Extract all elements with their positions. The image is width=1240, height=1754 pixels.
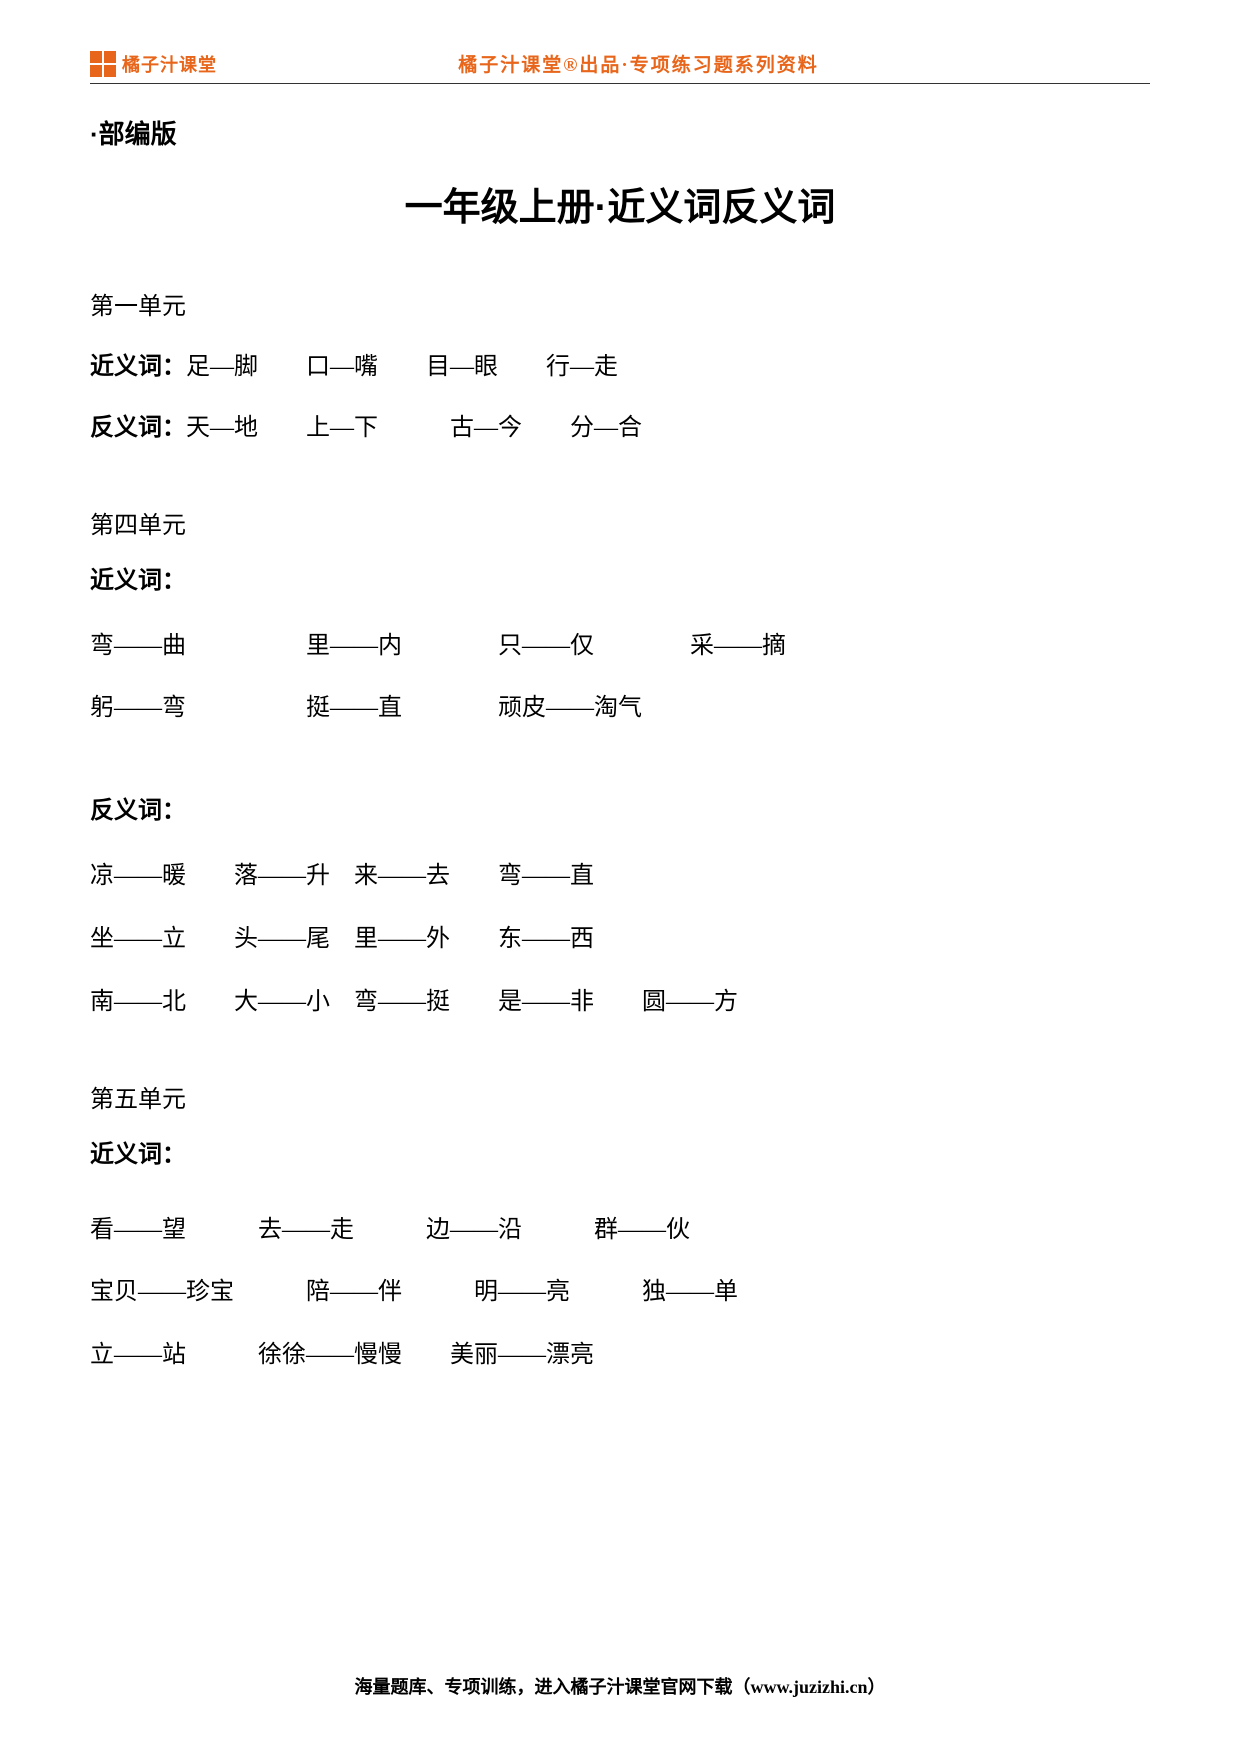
header-center-text: 橘子汁课堂®出品·专项练习题系列资料	[127, 50, 1150, 77]
unit5-synonym-line3: 立——站 徐徐——慢慢 美丽——漂亮	[90, 1329, 1150, 1382]
unit4-synonym-line2: 躬——弯 挺——直 顽皮——淘气	[90, 682, 1150, 735]
unit5-section: 第五单元 近义词： 看——望 去——走 边——沿 群——伙 宝贝——珍宝 陪——…	[90, 1079, 1150, 1382]
unit5-synonym-line2: 宝贝——珍宝 陪——伴 明——亮 独——单	[90, 1266, 1150, 1319]
unit4-synonym-line1: 弯——曲 里——内 只——仅 采——摘	[90, 620, 1150, 673]
unit1-synonym-label: 近义词：	[90, 353, 186, 380]
main-title: 一年级上册·近义词反义词	[90, 176, 1150, 231]
unit1-synonym-content: 足—脚 口—嘴 目—眼 行—走	[186, 354, 618, 380]
logo-icon	[90, 51, 116, 77]
unit1-title: 第一单元	[90, 286, 1150, 321]
unit4-section: 第四单元 近义词： 弯——曲 里——内 只——仅 采——摘 躬——弯 挺——直 …	[90, 505, 1150, 1029]
edition-label: ·部编版	[90, 114, 1150, 151]
unit4-antonym-line3: 南——北 大——小 弯——挺 是——非 圆——方	[90, 976, 1150, 1029]
unit5-title: 第五单元	[90, 1079, 1150, 1114]
unit1-antonym-label: 反义词：	[90, 414, 186, 441]
unit4-synonym-label: 近义词：	[90, 560, 1150, 595]
unit4-antonym-label: 反义词：	[90, 790, 1150, 825]
page-footer: 海量题库、专项训练，进入橘子汁课堂官网下载（www.juzizhi.cn）	[0, 1673, 1240, 1699]
page-header: 橘子汁课堂 橘子汁课堂®出品·专项练习题系列资料	[90, 50, 1150, 84]
unit1-antonym-content: 天—地 上—下 古—今 分—合	[186, 415, 642, 441]
unit5-synonym-line1: 看——望 去——走 边——沿 群——伙	[90, 1204, 1150, 1257]
unit1-synonym-row: 近义词：足—脚 口—嘴 目—眼 行—走	[90, 341, 1150, 394]
document-page: 橘子汁课堂 橘子汁课堂®出品·专项练习题系列资料 ·部编版 一年级上册·近义词反…	[0, 0, 1240, 1754]
unit4-antonym-line2: 坐——立 头——尾 里——外 东——西	[90, 913, 1150, 966]
unit1-section: 第一单元 近义词：足—脚 口—嘴 目—眼 行—走 反义词：天—地 上—下 古—今…	[90, 286, 1150, 455]
unit4-antonym-line1: 凉——暖 落——升 来——去 弯——直	[90, 850, 1150, 903]
unit5-synonym-label: 近义词：	[90, 1134, 1150, 1169]
unit1-antonym-row: 反义词：天—地 上—下 古—今 分—合	[90, 402, 1150, 455]
unit4-title: 第四单元	[90, 505, 1150, 540]
